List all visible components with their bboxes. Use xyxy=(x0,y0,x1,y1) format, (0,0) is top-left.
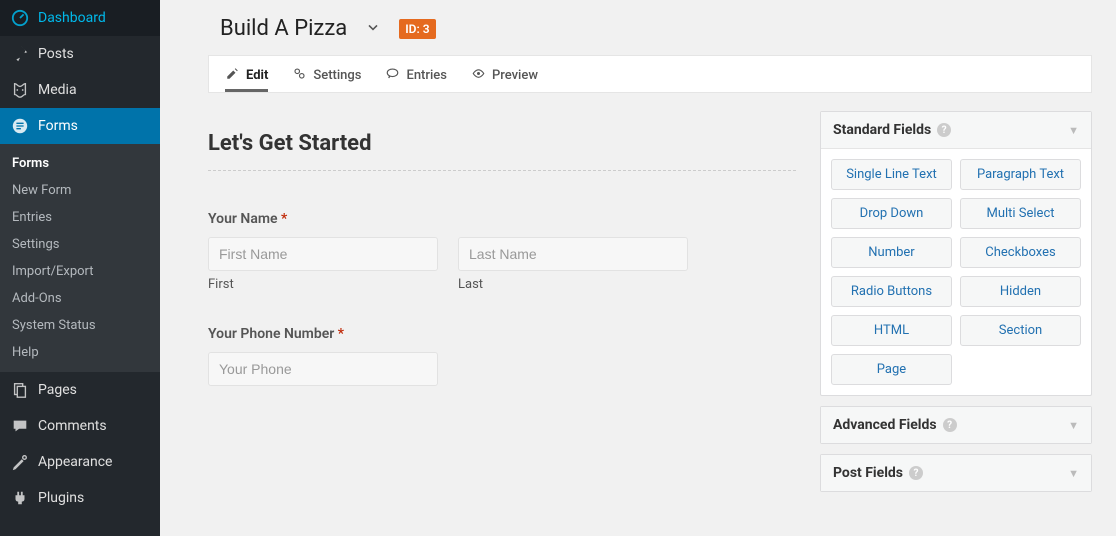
comments-icon xyxy=(10,416,30,436)
last-name-input[interactable] xyxy=(458,237,688,271)
chevron-down-icon: ▼ xyxy=(1068,124,1079,137)
add-field-section[interactable]: Section xyxy=(960,315,1081,346)
panel-toggle-post[interactable]: Post Fields? ▼ xyxy=(821,455,1091,491)
panel-toggle-standard[interactable]: Standard Fields? ▼ xyxy=(821,112,1091,149)
dashboard-icon xyxy=(10,8,30,28)
sidebar-subitem-system-status[interactable]: System Status xyxy=(0,312,160,339)
sidebar-item-label: Dashboard xyxy=(38,10,106,26)
pin-icon xyxy=(10,44,30,64)
tab-label: Preview xyxy=(492,68,538,83)
gear-icon xyxy=(292,66,307,85)
add-field-page[interactable]: Page xyxy=(831,354,952,385)
tab-entries[interactable]: Entries xyxy=(385,66,446,92)
sidebar-item-posts[interactable]: Posts xyxy=(0,36,160,72)
field-palette: Standard Fields? ▼ Single Line Text Para… xyxy=(820,111,1092,502)
help-icon[interactable]: ? xyxy=(909,466,923,480)
sidebar-submenu-forms: Forms New Form Entries Settings Import/E… xyxy=(0,144,160,372)
add-field-single-line-text[interactable]: Single Line Text xyxy=(831,159,952,190)
help-icon[interactable]: ? xyxy=(937,123,951,137)
required-asterisk: * xyxy=(281,211,287,227)
appearance-icon xyxy=(10,452,30,472)
panel-standard-fields: Standard Fields? ▼ Single Line Text Para… xyxy=(820,111,1092,396)
first-name-sublabel: First xyxy=(208,277,438,292)
sidebar-item-label: Forms xyxy=(38,118,78,134)
add-field-hidden[interactable]: Hidden xyxy=(960,276,1081,307)
pencil-icon xyxy=(225,66,240,85)
help-icon[interactable]: ? xyxy=(943,418,957,432)
phone-input[interactable] xyxy=(208,352,438,386)
sidebar-item-label: Media xyxy=(38,82,77,98)
sidebar-item-label: Plugins xyxy=(38,490,84,506)
sidebar-item-dashboard[interactable]: Dashboard xyxy=(0,0,160,36)
add-field-multi-select[interactable]: Multi Select xyxy=(960,198,1081,229)
add-field-paragraph-text[interactable]: Paragraph Text xyxy=(960,159,1081,190)
panel-title: Standard Fields xyxy=(833,122,931,138)
sidebar-subitem-entries[interactable]: Entries xyxy=(0,204,160,231)
field-name[interactable]: Your Name * First Last xyxy=(208,211,796,292)
sidebar-item-label: Comments xyxy=(38,418,107,434)
tab-label: Edit xyxy=(246,68,268,83)
speech-bubble-icon xyxy=(385,66,400,85)
sidebar-item-pages[interactable]: Pages xyxy=(0,372,160,408)
forms-icon xyxy=(10,116,30,136)
media-icon xyxy=(10,80,30,100)
tab-settings[interactable]: Settings xyxy=(292,66,361,92)
field-phone[interactable]: Your Phone Number * xyxy=(208,326,796,386)
page-header: Build A Pizza ID: 3 xyxy=(220,16,1092,41)
tab-label: Entries xyxy=(406,68,446,83)
pages-icon xyxy=(10,380,30,400)
required-asterisk: * xyxy=(338,326,344,342)
form-title: Build A Pizza xyxy=(220,16,347,41)
sidebar-item-comments[interactable]: Comments xyxy=(0,408,160,444)
add-field-number[interactable]: Number xyxy=(831,237,952,268)
main-content: Build A Pizza ID: 3 Edit Settings Entrie… xyxy=(160,0,1116,536)
divider xyxy=(208,170,796,171)
sidebar-item-label: Posts xyxy=(38,46,74,62)
panel-title: Post Fields xyxy=(833,465,903,481)
panel-title: Advanced Fields xyxy=(833,417,937,433)
sidebar-subitem-import-export[interactable]: Import/Export xyxy=(0,258,160,285)
field-label: Your Name * xyxy=(208,211,796,227)
sidebar-subitem-new-form[interactable]: New Form xyxy=(0,177,160,204)
form-editor-tabs: Edit Settings Entries Preview xyxy=(208,55,1092,93)
add-field-checkboxes[interactable]: Checkboxes xyxy=(960,237,1081,268)
tab-edit[interactable]: Edit xyxy=(225,66,268,92)
add-field-radio-buttons[interactable]: Radio Buttons xyxy=(831,276,952,307)
sidebar-item-appearance[interactable]: Appearance xyxy=(0,444,160,480)
sidebar-subitem-add-ons[interactable]: Add-Ons xyxy=(0,285,160,312)
form-canvas: Let's Get Started Your Name * First Last… xyxy=(208,111,796,502)
add-field-html[interactable]: HTML xyxy=(831,315,952,346)
sidebar-subitem-forms[interactable]: Forms xyxy=(0,150,160,177)
sidebar-item-plugins[interactable]: Plugins xyxy=(0,480,160,516)
sidebar-subitem-help[interactable]: Help xyxy=(0,339,160,366)
add-field-drop-down[interactable]: Drop Down xyxy=(831,198,952,229)
panel-post-fields: Post Fields? ▼ xyxy=(820,454,1092,492)
last-name-sublabel: Last xyxy=(458,277,688,292)
eye-icon xyxy=(471,66,486,85)
panel-advanced-fields: Advanced Fields? ▼ xyxy=(820,406,1092,444)
sidebar-subitem-settings[interactable]: Settings xyxy=(0,231,160,258)
wp-admin-sidebar: Dashboard Posts Media Forms Forms New Fo… xyxy=(0,0,160,536)
sidebar-item-media[interactable]: Media xyxy=(0,72,160,108)
sidebar-item-forms[interactable]: Forms xyxy=(0,108,160,144)
sidebar-item-label: Pages xyxy=(38,382,77,398)
first-name-input[interactable] xyxy=(208,237,438,271)
form-heading: Let's Get Started xyxy=(208,131,796,156)
tab-preview[interactable]: Preview xyxy=(471,66,538,92)
field-label: Your Phone Number * xyxy=(208,326,796,342)
form-switcher-dropdown[interactable] xyxy=(365,19,381,39)
plugins-icon xyxy=(10,488,30,508)
sidebar-item-label: Appearance xyxy=(38,454,112,470)
panel-toggle-advanced[interactable]: Advanced Fields? ▼ xyxy=(821,407,1091,443)
tab-label: Settings xyxy=(313,68,361,83)
chevron-down-icon: ▼ xyxy=(1068,467,1079,480)
form-id-badge: ID: 3 xyxy=(399,19,435,39)
chevron-down-icon: ▼ xyxy=(1068,419,1079,432)
